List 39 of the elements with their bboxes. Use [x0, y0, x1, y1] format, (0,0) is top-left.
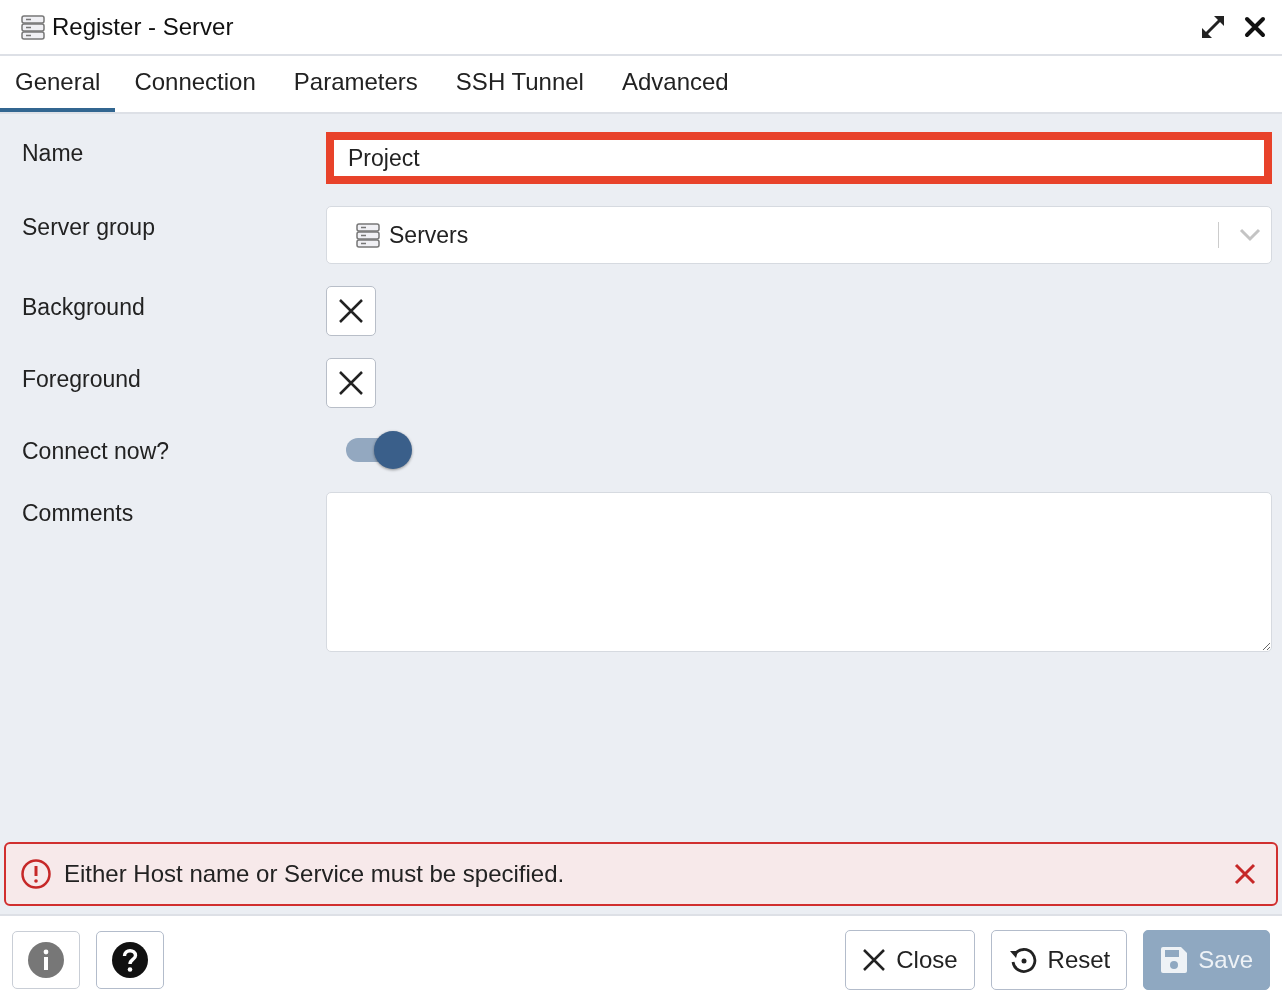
field-label: Foreground — [22, 365, 142, 393]
field-label: Name — [22, 139, 85, 167]
help-icon — [111, 941, 149, 979]
tab[interactable]: Connection — [115, 56, 275, 112]
select-value: Servers — [389, 221, 470, 249]
chevron-down-icon — [1239, 228, 1261, 242]
reset-icon — [1007, 945, 1038, 975]
tab[interactable]: Advanced — [602, 56, 748, 112]
alert-icon — [20, 858, 52, 890]
close-icon — [1244, 16, 1266, 38]
field-label: Comments — [22, 499, 135, 527]
x-icon — [338, 298, 364, 324]
server-icon — [20, 13, 46, 41]
error-message: Either Host name or Service must be specified. — [64, 860, 566, 888]
server-group-dropdown[interactable]: Servers — [326, 206, 1272, 264]
close-button[interactable] — [1244, 16, 1266, 38]
maximize-button[interactable] — [1200, 14, 1226, 40]
color-picker-button[interactable] — [326, 358, 376, 408]
window-title: Register - Server — [52, 13, 235, 41]
info-icon — [27, 941, 65, 979]
reset-button[interactable]: Reset — [990, 930, 1128, 990]
tab[interactable]: Parameters — [274, 56, 437, 112]
expand-icon — [1200, 14, 1226, 40]
help-button[interactable] — [96, 931, 164, 989]
name-field[interactable]: Project — [326, 132, 1272, 184]
x-icon — [338, 370, 364, 396]
dismiss-button[interactable] — [1234, 863, 1256, 885]
field-label: Server group — [22, 213, 156, 241]
close-button[interactable]: Close — [845, 930, 975, 990]
close-icon — [862, 948, 887, 972]
info-button[interactable] — [12, 931, 80, 989]
comments-field[interactable] — [326, 492, 1272, 652]
field-label: Connect now? — [22, 437, 171, 465]
toggle-switch[interactable] — [346, 430, 414, 470]
field-label: Background — [22, 293, 146, 321]
close-icon — [1234, 863, 1256, 885]
tab[interactable]: SSH Tunnel — [436, 56, 603, 112]
color-picker-button[interactable] — [326, 286, 376, 336]
server-icon — [355, 221, 381, 249]
